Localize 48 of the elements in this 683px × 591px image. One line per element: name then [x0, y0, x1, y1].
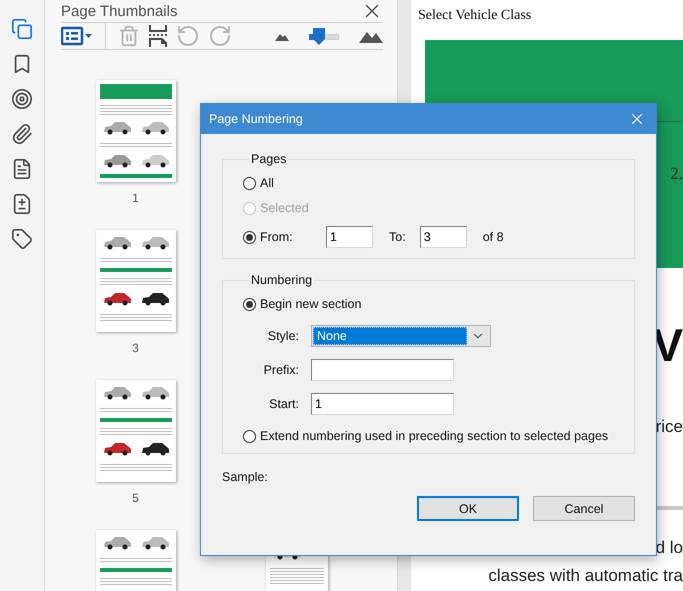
large-mountain-icon[interactable]	[359, 30, 383, 42]
radio-label: All	[260, 176, 274, 190]
field-label: Prefix:	[262, 363, 299, 377]
page-number: 1	[132, 191, 139, 205]
to-label: To:	[389, 230, 406, 244]
target-icon[interactable]	[11, 88, 33, 110]
dialog-title: Page Numbering	[209, 112, 303, 126]
radio-label: Extend numbering used in preceding section to selected pages	[260, 429, 608, 443]
style-dropdown[interactable]: None	[311, 325, 491, 347]
page-thumbnail[interactable]	[96, 80, 176, 182]
from-field[interactable]: 1	[326, 226, 373, 248]
pages-icon[interactable]	[11, 18, 33, 40]
radio-button[interactable]	[243, 298, 256, 310]
body-text: rice	[656, 418, 683, 437]
radio-button[interactable]	[243, 430, 256, 442]
banner-text: 2.	[670, 164, 683, 184]
dialog-button[interactable]: OK	[417, 496, 519, 521]
page-count: of 8	[482, 230, 504, 244]
paperclip-icon[interactable]	[11, 123, 33, 145]
page-number: 5	[132, 491, 139, 505]
compare-icon[interactable]	[11, 193, 33, 215]
field-label: Start:	[268, 397, 299, 411]
page-thumbnail[interactable]	[96, 380, 176, 482]
to-field[interactable]: 3	[420, 226, 467, 248]
field-label: Style:	[266, 329, 299, 343]
group-label: Pages	[250, 152, 288, 166]
body-text: classes with automatic tra	[488, 567, 683, 586]
radio-button[interactable]	[243, 176, 256, 190]
options-menu-icon[interactable]	[61, 26, 93, 46]
page-number: 3	[132, 341, 139, 355]
page-thumbnail[interactable]	[96, 230, 176, 332]
page-break-icon[interactable]	[148, 24, 168, 48]
radio-label: Selected	[260, 201, 309, 215]
page-heading: Select Vehicle Class	[418, 8, 532, 24]
panel-title: Page Thumbnails	[61, 2, 178, 20]
document-icon[interactable]	[11, 158, 33, 180]
input-field[interactable]	[311, 359, 454, 381]
radio-button[interactable]	[243, 230, 256, 244]
radio-label: From:	[260, 230, 294, 244]
zoom-slider[interactable]	[309, 28, 339, 44]
sample-label: Sample:	[222, 470, 269, 484]
group-label: Numbering	[250, 273, 314, 287]
dialog-button[interactable]: Cancel	[533, 496, 635, 521]
radio-label: Begin new section	[260, 297, 362, 311]
tag-icon[interactable]	[11, 228, 33, 250]
input-field[interactable]: 1	[311, 393, 454, 415]
slider-thumb[interactable]	[312, 28, 325, 44]
small-mountain-icon[interactable]	[275, 32, 289, 40]
